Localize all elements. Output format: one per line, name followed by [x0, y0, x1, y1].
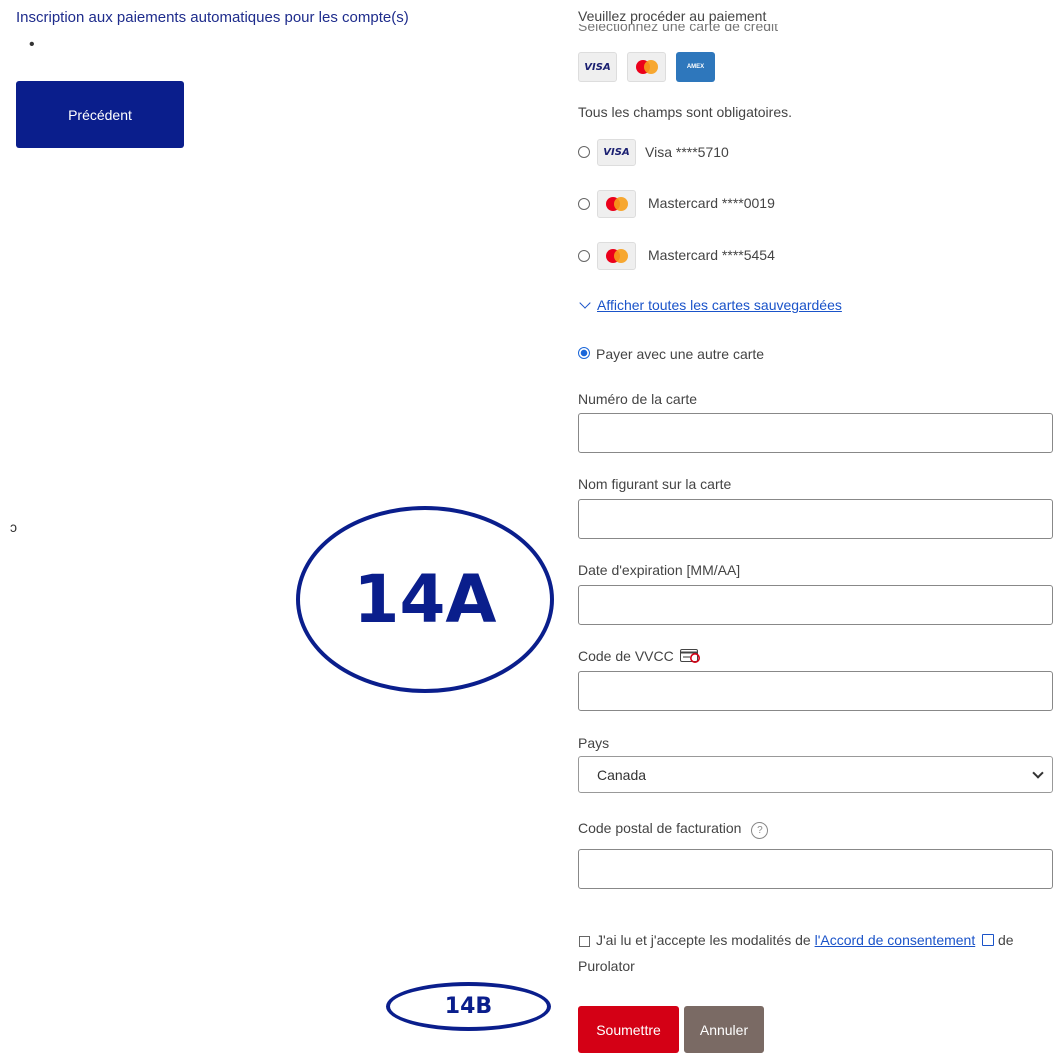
payment-heading: Veuillez procéder au paiement: [578, 8, 767, 24]
card-name-label: Nom figurant sur la carte: [578, 476, 732, 492]
country-selected-value: Canada: [597, 766, 647, 783]
consent-suffix: de: [994, 932, 1014, 948]
postal-code-input[interactable]: [578, 849, 1053, 889]
amex-logo-icon: AMEX: [676, 52, 715, 82]
saved-card-radio-3[interactable]: [578, 250, 590, 262]
other-card-label[interactable]: Payer avec une autre carte: [596, 346, 764, 362]
submit-button[interactable]: Soumettre: [578, 1006, 679, 1053]
saved-card-number-1: ****5710: [675, 144, 729, 160]
select-card-heading-text: Sélectionnez une carte de crédit: [578, 24, 779, 34]
country-select[interactable]: Canada: [578, 756, 1053, 793]
visa-logo-text: VISA: [584, 61, 611, 73]
card-number-input[interactable]: [578, 413, 1053, 453]
annotation-14b: 14B: [386, 982, 551, 1031]
expiry-label: Date d'expiration [MM/AA]: [578, 562, 741, 578]
enrollment-title: Inscription aux paiements automatiques p…: [16, 9, 409, 26]
select-card-heading-cut: Sélectionnez une carte de crédit: [578, 24, 778, 34]
consent-agreement-link[interactable]: l'Accord de consentement: [815, 932, 976, 948]
visa-logo-icon: VISA: [578, 52, 617, 82]
saved-card-radio-1[interactable]: [578, 146, 590, 158]
annotation-14a-label: 14A: [353, 561, 497, 638]
external-link-icon: [982, 934, 995, 946]
stray-glyph: ͻ: [10, 519, 17, 535]
annotation-14a: 14A: [296, 506, 554, 693]
saved-card-brand-2: Mastercard: [648, 195, 719, 211]
cvv-label: Code de VVCC: [578, 648, 674, 664]
mastercard-logo-icon: [627, 52, 666, 82]
country-label: Pays: [578, 735, 610, 751]
mastercard-icon: [597, 190, 636, 218]
amex-logo-text: AMEX: [686, 64, 705, 70]
saved-card-radio-2[interactable]: [578, 198, 590, 210]
consent-prefix: J'ai lu et j'accepte les modalités de: [596, 932, 815, 948]
annotation-14b-label: 14B: [444, 994, 493, 1019]
mastercard-icon: [597, 242, 636, 270]
visa-icon-text: VISA: [603, 147, 630, 158]
cvv-card-icon[interactable]: [679, 649, 700, 663]
consent-company: Purolator: [578, 958, 635, 974]
saved-card-brand-3: Mastercard: [648, 247, 719, 263]
show-all-cards-link[interactable]: Afficher toutes les cartes sauvegardées: [578, 297, 842, 313]
visa-icon: VISA: [597, 139, 636, 166]
postal-label: Code postal de facturation: [578, 820, 742, 836]
saved-card-label-1[interactable]: Visa ****5710: [645, 144, 729, 160]
chevron-down-icon: [1032, 766, 1044, 779]
cvv-label-row: Code de VVCC: [578, 648, 700, 664]
saved-card-number-2: ****0019: [721, 195, 775, 211]
expiry-input[interactable]: [578, 585, 1053, 625]
account-list-bullet: •: [29, 36, 35, 53]
card-number-label: Numéro de la carte: [578, 391, 698, 407]
show-all-cards-text[interactable]: Afficher toutes les cartes sauvegardées: [597, 297, 842, 313]
card-name-input[interactable]: [578, 499, 1053, 539]
cancel-button[interactable]: Annuler: [684, 1006, 764, 1053]
cvv-input[interactable]: [578, 671, 1053, 711]
chevron-down-icon: [579, 297, 591, 309]
saved-card-number-3: ****5454: [721, 247, 775, 263]
help-icon[interactable]: ?: [751, 822, 769, 839]
postal-label-row: Code postal de facturation ?: [578, 820, 769, 839]
consent-checkbox[interactable]: [579, 936, 590, 947]
other-card-radio[interactable]: [578, 347, 590, 359]
saved-card-brand-1: Visa: [645, 144, 672, 160]
saved-card-label-3[interactable]: Mastercard ****5454: [648, 247, 775, 263]
required-note: Tous les champs sont obligatoires.: [578, 104, 792, 120]
previous-button[interactable]: Précédent: [16, 81, 184, 148]
consent-text-line1: J'ai lu et j'accepte les modalités de l'…: [596, 932, 1014, 948]
saved-card-label-2[interactable]: Mastercard ****0019: [648, 195, 775, 211]
